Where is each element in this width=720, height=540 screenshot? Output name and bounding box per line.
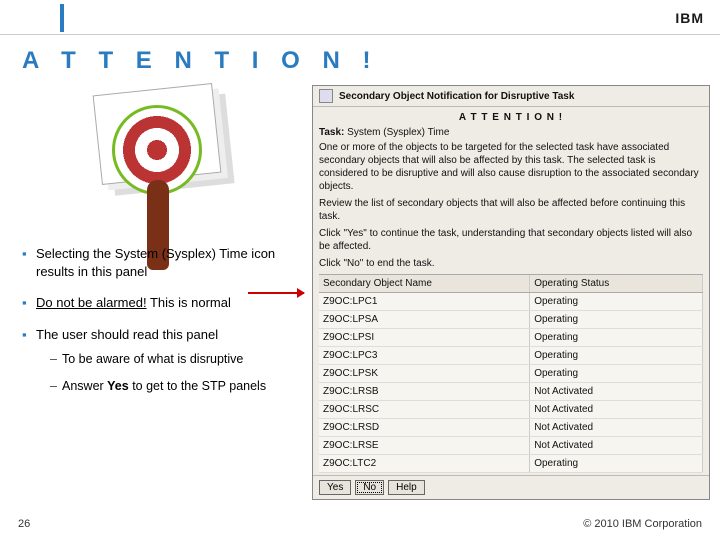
cell-name: Z9OC:LPSI bbox=[319, 329, 530, 346]
sub-2: Answer Yes to get to the STP panels bbox=[50, 378, 302, 395]
ibm-logo: IBM bbox=[675, 10, 704, 26]
dialog-para-4: Click "No" to end the task. bbox=[319, 257, 703, 270]
sub-2b: Yes bbox=[107, 379, 129, 393]
top-bar: IBM bbox=[0, 0, 720, 32]
arrow-icon bbox=[248, 292, 304, 294]
table-row: Z9OC:LPC1Operating bbox=[319, 293, 703, 311]
cell-status: Operating bbox=[530, 347, 703, 364]
table-row: Z9OC:LRSENot Activated bbox=[319, 437, 703, 455]
copyright: © 2010 IBM Corporation bbox=[583, 518, 702, 530]
dialog-para-2: Review the list of secondary objects tha… bbox=[319, 197, 703, 223]
no-button[interactable]: No bbox=[355, 480, 384, 495]
col-name: Secondary Object Name bbox=[319, 275, 530, 292]
table-row: Z9OC:LPSAOperating bbox=[319, 311, 703, 329]
bullet-2-emph: Do not be alarmed! bbox=[36, 295, 147, 310]
task-value: System (Sysplex) Time bbox=[347, 127, 449, 138]
cell-name: Z9OC:LRSB bbox=[319, 383, 530, 400]
bullet-3: The user should read this panel To be aw… bbox=[22, 326, 302, 395]
cell-name: Z9OC:LTC2 bbox=[319, 455, 530, 472]
cell-status: Not Activated bbox=[530, 401, 703, 418]
task-label: Task: bbox=[319, 127, 344, 138]
task-line: Task: System (Sysplex) Time bbox=[319, 126, 703, 139]
dialog-panel: Secondary Object Notification for Disrup… bbox=[312, 85, 710, 500]
cell-name: Z9OC:LRSE bbox=[319, 437, 530, 454]
dialog-attention: A T T E N T I O N ! bbox=[319, 111, 703, 124]
table-body: Z9OC:LPC1OperatingZ9OC:LPSAOperatingZ9OC… bbox=[319, 293, 703, 473]
cell-status: Operating bbox=[530, 293, 703, 310]
cell-status: Not Activated bbox=[530, 383, 703, 400]
accent-bar bbox=[60, 4, 64, 32]
col-status: Operating Status bbox=[530, 275, 703, 292]
sub-1: To be aware of what is disruptive bbox=[50, 351, 302, 368]
bullet-1: Selecting the System (Sysplex) Time icon… bbox=[22, 245, 302, 280]
footer: 26 © 2010 IBM Corporation bbox=[0, 518, 720, 530]
cell-status: Operating bbox=[530, 329, 703, 346]
cell-status: Operating bbox=[530, 455, 703, 472]
yes-button[interactable]: Yes bbox=[319, 480, 351, 495]
cell-status: Not Activated bbox=[530, 419, 703, 436]
cell-name: Z9OC:LRSD bbox=[319, 419, 530, 436]
cell-name: Z9OC:LRSC bbox=[319, 401, 530, 418]
sub-2a: Answer bbox=[62, 379, 107, 393]
table-header: Secondary Object Name Operating Status bbox=[319, 275, 703, 293]
table-row: Z9OC:LRSDNot Activated bbox=[319, 419, 703, 437]
table-row: Z9OC:LPC3Operating bbox=[319, 347, 703, 365]
sub-2c: to get to the STP panels bbox=[129, 379, 266, 393]
table-row: Z9OC:LTC2Operating bbox=[319, 455, 703, 473]
cell-status: Operating bbox=[530, 365, 703, 382]
dialog-titlebar: Secondary Object Notification for Disrup… bbox=[313, 86, 709, 107]
table-row: Z9OC:LPSKOperating bbox=[319, 365, 703, 383]
dialog-para-1: One or more of the objects to be targete… bbox=[319, 141, 703, 193]
page-number: 26 bbox=[18, 518, 30, 530]
cell-name: Z9OC:LPC3 bbox=[319, 347, 530, 364]
dialog-body: A T T E N T I O N ! Task: System (Sysple… bbox=[313, 107, 709, 475]
object-table: Secondary Object Name Operating Status Z… bbox=[319, 274, 703, 473]
bullet-3-text: The user should read this panel bbox=[36, 327, 218, 342]
table-row: Z9OC:LRSCNot Activated bbox=[319, 401, 703, 419]
cell-status: Operating bbox=[530, 311, 703, 328]
bullet-2-rest: This is normal bbox=[147, 295, 231, 310]
cell-name: Z9OC:LPSK bbox=[319, 365, 530, 382]
table-row: Z9OC:LRSBNot Activated bbox=[319, 383, 703, 401]
illustration bbox=[77, 85, 247, 235]
rule bbox=[0, 34, 720, 35]
cell-name: Z9OC:LPSA bbox=[319, 311, 530, 328]
cell-name: Z9OC:LPC1 bbox=[319, 293, 530, 310]
button-row: Yes No Help bbox=[313, 475, 709, 499]
dialog-para-3: Click "Yes" to continue the task, unders… bbox=[319, 227, 703, 253]
bullet-list: Selecting the System (Sysplex) Time icon… bbox=[22, 245, 302, 395]
bullet-2: Do not be alarmed! This is normal bbox=[22, 294, 302, 312]
dialog-icon bbox=[319, 89, 333, 103]
table-row: Z9OC:LPSIOperating bbox=[319, 329, 703, 347]
cell-status: Not Activated bbox=[530, 437, 703, 454]
help-button[interactable]: Help bbox=[388, 480, 425, 495]
slide-title: A T T E N T I O N ! bbox=[0, 43, 720, 85]
dialog-title-text: Secondary Object Notification for Disrup… bbox=[339, 91, 574, 102]
